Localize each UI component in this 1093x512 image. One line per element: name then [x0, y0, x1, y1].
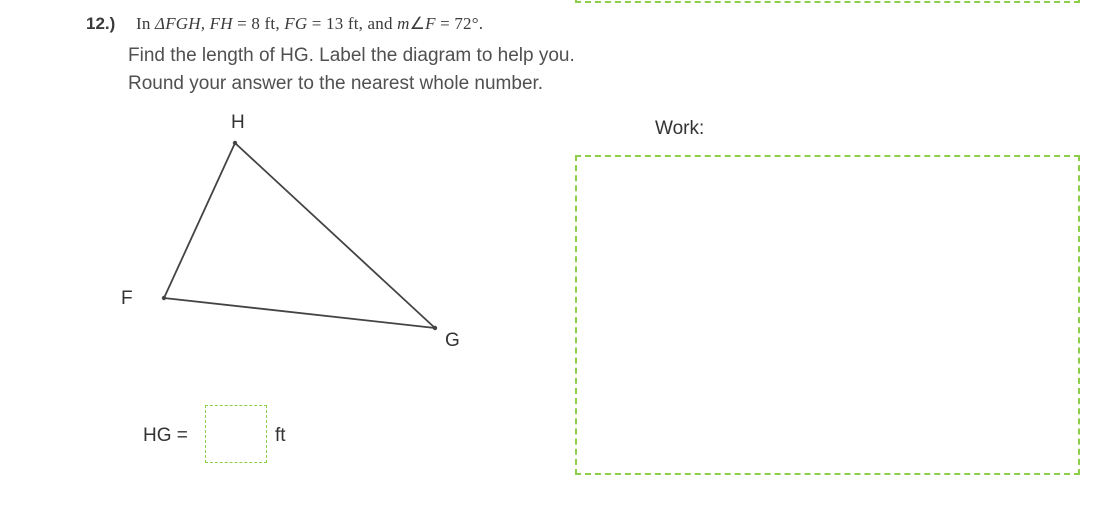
vertex-label-f: F: [121, 288, 133, 310]
answer-input-box[interactable]: [205, 405, 267, 463]
triangle-shape: [164, 143, 435, 328]
work-area[interactable]: [575, 155, 1080, 475]
vertex-h-dot: [233, 141, 237, 145]
instruction-line-1: Find the length of HG. Label the diagram…: [128, 45, 575, 66]
dashed-box-top-crop: [575, 0, 1080, 3]
question-number: 12.): [86, 14, 115, 34]
vertex-g-dot: [433, 326, 437, 330]
answer-prefix: HG =: [143, 425, 188, 447]
triangle-diagram: [150, 135, 450, 345]
instruction-line-2: Round your answer to the nearest whole n…: [128, 73, 543, 94]
question-instruction: Find the length of HG. Label the diagram…: [128, 42, 748, 97]
work-label: Work:: [655, 118, 704, 140]
triangle-name: FGH: [165, 14, 201, 33]
vertex-label-h: H: [231, 112, 245, 134]
answer-unit: ft: [275, 425, 286, 447]
vertex-f-dot: [162, 296, 166, 300]
question-given: In ΔFGH, FH = 8 ft, FG = 13 ft, and m∠F …: [136, 14, 483, 34]
